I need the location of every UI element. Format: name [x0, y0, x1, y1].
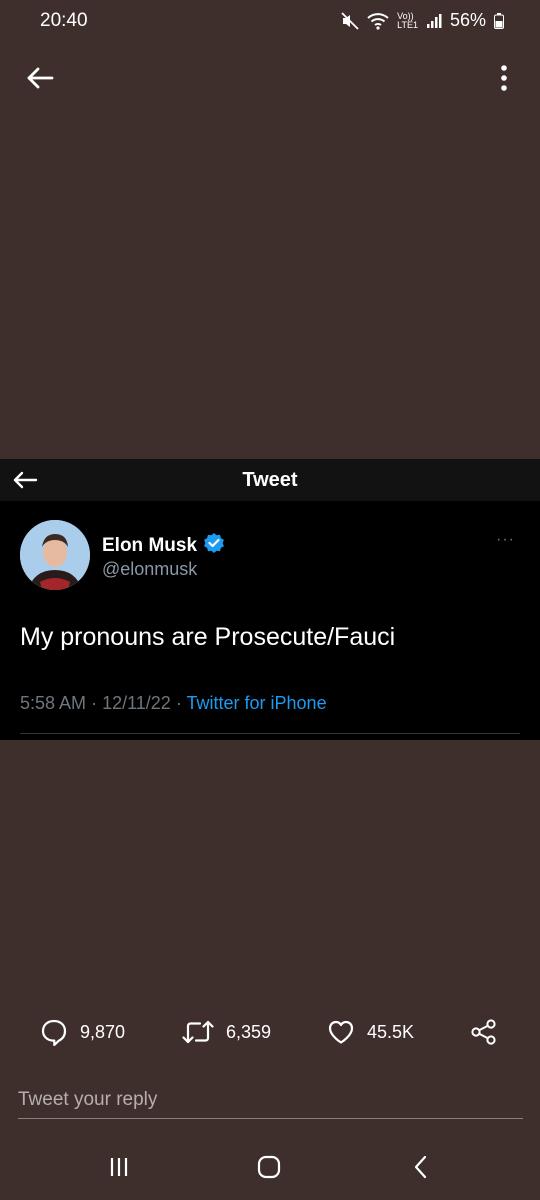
avatar	[20, 520, 90, 590]
nav-back-icon[interactable]	[406, 1152, 436, 1182]
arrow-left-icon[interactable]	[22, 60, 58, 96]
reply-button[interactable]: 9,870	[40, 1018, 125, 1046]
tweet-source: Twitter for iPhone	[186, 693, 327, 713]
tweet-header: Tweet	[0, 459, 540, 501]
comment-icon	[40, 1018, 68, 1046]
like-button[interactable]: 45.5K	[327, 1018, 414, 1046]
tweet-more-icon: ···	[496, 531, 515, 548]
retweet-count: 6,359	[226, 1021, 272, 1042]
lte-label: LTE1	[397, 19, 418, 30]
status-icons: Vo)) LTE1 56%	[341, 10, 504, 31]
verified-badge-icon	[203, 532, 225, 560]
tweet-text: My pronouns are Prosecute/Fauci	[20, 623, 396, 651]
share-icon	[470, 1018, 498, 1046]
meta-separator: ·	[175, 693, 182, 713]
status-time: 20:40	[40, 10, 88, 31]
battery-percent: 56%	[449, 10, 486, 30]
tweet-title: Tweet	[242, 469, 298, 491]
retweet-button[interactable]: 6,359	[182, 1018, 271, 1046]
recent-apps-icon[interactable]	[104, 1152, 134, 1182]
author-name-text: Elon Musk	[102, 535, 198, 556]
reply-count: 9,870	[80, 1021, 126, 1042]
mute-icon	[341, 11, 359, 30]
tweet-screenshot: Tweet Elon Musk @elonmusk ··· My pronoun…	[0, 459, 540, 740]
divider	[20, 733, 520, 734]
tweet-date: 12/11/22	[102, 693, 171, 713]
network-label: Vo)) LTE1	[397, 11, 418, 30]
wifi-icon	[367, 12, 389, 30]
share-button[interactable]	[470, 1018, 498, 1046]
home-icon[interactable]	[254, 1152, 284, 1182]
retweet-icon	[182, 1018, 214, 1046]
more-vertical-icon[interactable]	[488, 60, 520, 96]
tweet-time: 5:58 AM	[20, 693, 87, 713]
like-count: 45.5K	[367, 1021, 415, 1042]
heart-icon	[327, 1018, 355, 1046]
signal-icon	[426, 13, 442, 29]
meta-separator: ·	[91, 693, 98, 713]
tweet-meta: 5:58 AM · 12/11/22 · Twitter for iPhone	[20, 693, 327, 714]
battery-icon	[494, 12, 504, 29]
author-name: Elon Musk	[102, 532, 225, 560]
reply-input[interactable]	[18, 1082, 523, 1119]
author-handle: @elonmusk	[102, 559, 198, 579]
action-bar: 9,870 6,359 45.5K	[0, 1012, 540, 1052]
